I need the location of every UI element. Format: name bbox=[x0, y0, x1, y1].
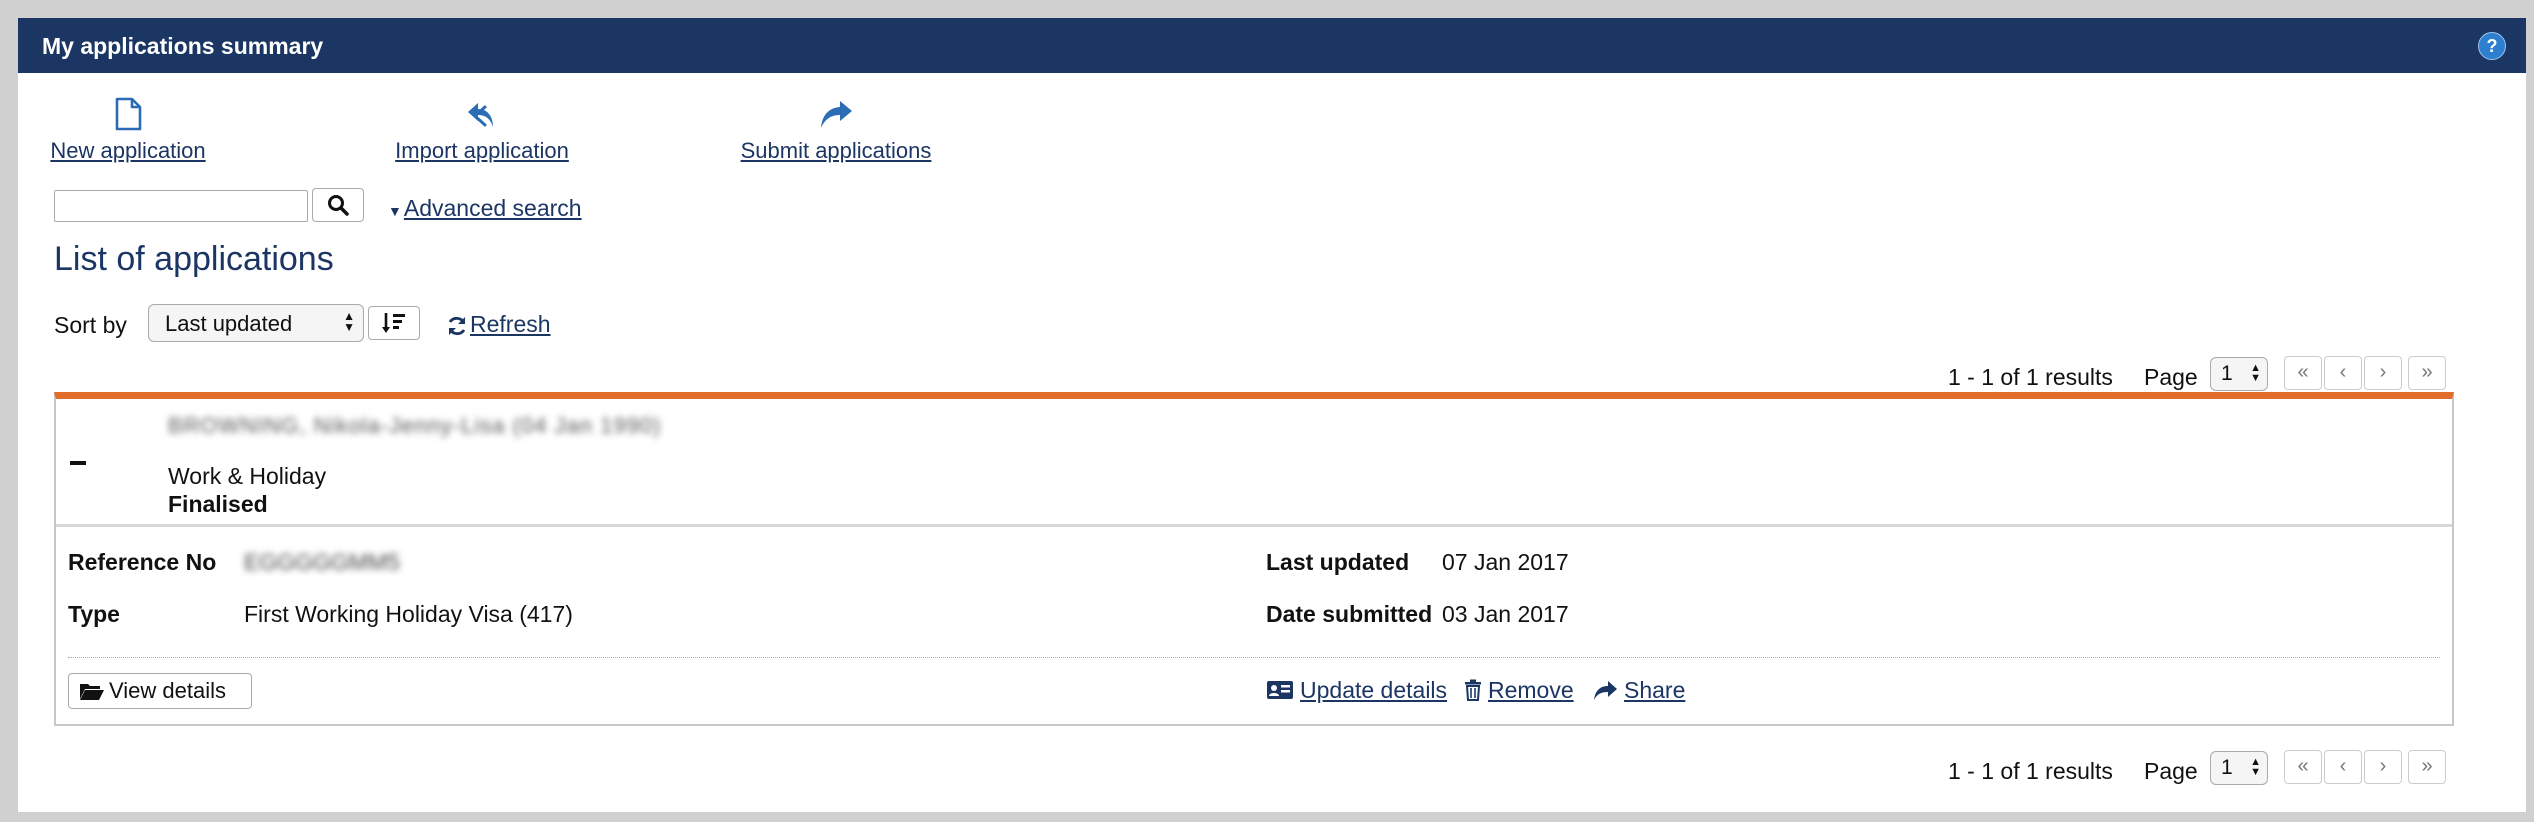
remove-link[interactable]: Remove bbox=[1488, 677, 1574, 703]
application-card-header: BROWNING, Nikola-Jenny-Lisa (04 Jan 1990… bbox=[56, 399, 2452, 527]
document-icon bbox=[115, 97, 142, 131]
share-forward-icon bbox=[821, 101, 852, 128]
advanced-search-link[interactable]: Advanced search bbox=[404, 195, 582, 221]
page-select-bottom[interactable]: 1 ▲ ▼ bbox=[2210, 751, 2268, 785]
page-label-top: Page bbox=[2144, 364, 2198, 390]
update-details-link[interactable]: Update details bbox=[1300, 677, 1447, 703]
first-page-button[interactable]: « bbox=[2284, 356, 2322, 390]
refresh-link[interactable]: Refresh bbox=[470, 311, 551, 337]
type-value: First Working Holiday Visa (417) bbox=[244, 601, 573, 627]
last-page-button[interactable]: » bbox=[2408, 750, 2446, 784]
caret-down-icon: ▼ bbox=[388, 203, 402, 219]
applicant-name: BROWNING, Nikola-Jenny-Lisa (04 Jan 1990… bbox=[168, 413, 662, 438]
last-updated-value: 07 Jan 2017 bbox=[1442, 549, 1569, 575]
page-select-top[interactable]: 1 ▲ ▼ bbox=[2210, 357, 2268, 391]
sort-select-value: Last updated bbox=[165, 311, 293, 336]
select-arrows-icon: ▲ ▼ bbox=[2250, 362, 2261, 384]
reference-label: Reference No bbox=[68, 549, 217, 575]
new-application-link[interactable]: New application bbox=[50, 138, 205, 163]
refresh-action[interactable]: Refresh bbox=[446, 311, 551, 338]
search-icon bbox=[328, 195, 349, 216]
page-label-bottom: Page bbox=[2144, 758, 2198, 784]
refresh-icon bbox=[448, 316, 466, 335]
folder-open-icon bbox=[80, 684, 104, 700]
new-application-action[interactable]: New application bbox=[42, 96, 214, 164]
page-select-value: 1 bbox=[2221, 756, 2233, 779]
sort-select[interactable]: Last updated ▲ ▼ bbox=[148, 304, 364, 342]
panel-header: My applications summary ? bbox=[18, 18, 2526, 73]
first-page-button[interactable]: « bbox=[2284, 750, 2322, 784]
panel-title: My applications summary bbox=[42, 33, 324, 59]
share-icon bbox=[1594, 681, 1617, 700]
share-action[interactable]: Share bbox=[1592, 677, 1685, 704]
import-application-link[interactable]: Import application bbox=[395, 138, 569, 163]
last-page-button[interactable]: » bbox=[2408, 356, 2446, 390]
application-card: BROWNING, Nikola-Jenny-Lisa (04 Jan 1990… bbox=[54, 392, 2454, 726]
view-details-label: View details bbox=[109, 678, 226, 703]
type-label: Type bbox=[68, 601, 120, 627]
results-count-top: 1 - 1 of 1 results bbox=[1948, 364, 2113, 390]
submit-applications-link[interactable]: Submit applications bbox=[741, 138, 932, 163]
next-page-button[interactable]: › bbox=[2364, 750, 2402, 784]
page-select-value: 1 bbox=[2221, 362, 2233, 385]
select-arrows-icon: ▲ ▼ bbox=[2250, 756, 2261, 778]
sort-label: Sort by bbox=[54, 312, 127, 338]
share-link[interactable]: Share bbox=[1624, 677, 1685, 703]
next-page-button[interactable]: › bbox=[2364, 356, 2402, 390]
previous-page-button[interactable]: ‹ bbox=[2324, 750, 2362, 784]
view-details-button[interactable]: View details bbox=[68, 673, 252, 709]
help-icon[interactable]: ? bbox=[2478, 32, 2506, 60]
search-input[interactable] bbox=[54, 190, 308, 222]
update-details-action[interactable]: Update details bbox=[1266, 677, 1447, 704]
import-application-action[interactable]: Import application bbox=[386, 96, 578, 164]
advanced-search-toggle[interactable]: ▼Advanced search bbox=[388, 195, 582, 222]
import-reply-icon bbox=[468, 103, 493, 127]
remove-action[interactable]: Remove bbox=[1464, 677, 1574, 704]
submit-applications-action[interactable]: Submit applications bbox=[730, 96, 942, 164]
results-count-bottom: 1 - 1 of 1 results bbox=[1948, 758, 2113, 784]
list-title: List of applications bbox=[54, 240, 334, 278]
id-card-icon bbox=[1267, 681, 1293, 699]
reference-value: EGGGGGMM5 bbox=[244, 549, 400, 575]
select-arrows-icon: ▲ ▼ bbox=[343, 309, 355, 334]
last-updated-label: Last updated bbox=[1266, 549, 1410, 575]
trash-icon bbox=[1465, 679, 1481, 701]
search-button[interactable] bbox=[312, 188, 364, 222]
sort-direction-button[interactable] bbox=[368, 306, 420, 340]
previous-page-button[interactable]: ‹ bbox=[2324, 356, 2362, 390]
divider bbox=[68, 657, 2440, 658]
date-submitted-label: Date submitted bbox=[1266, 601, 1433, 627]
date-submitted-value: 03 Jan 2017 bbox=[1442, 601, 1569, 627]
visa-class: Work & Holiday bbox=[168, 463, 327, 489]
application-status: Finalised bbox=[168, 491, 268, 517]
sort-descending-icon bbox=[382, 313, 405, 333]
collapse-icon[interactable] bbox=[70, 461, 86, 465]
